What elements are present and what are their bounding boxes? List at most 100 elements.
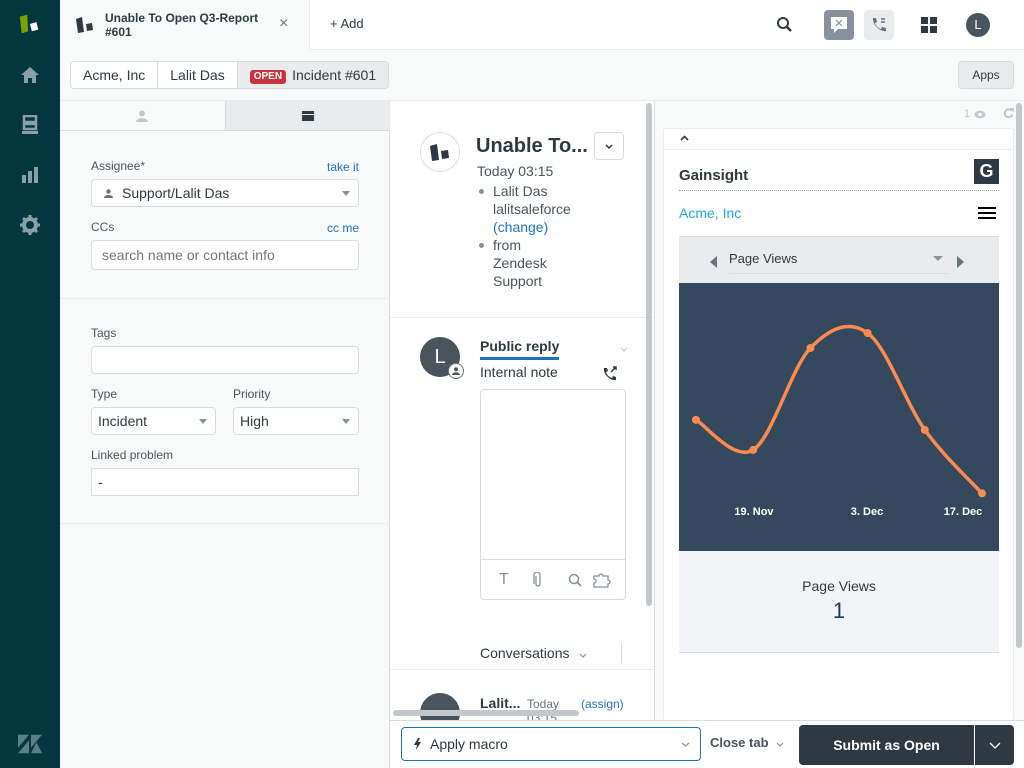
home-icon[interactable] [18,63,42,87]
via-label: from [493,237,521,253]
horizontal-scrollbar[interactable] [393,710,579,716]
gainsight-app: Gainsight G Acme, Inc Page Views 19. Nov… [663,128,1014,721]
person-icon [104,189,113,198]
change-requester-link[interactable]: (change) [479,218,577,236]
search-icon[interactable] [776,16,793,36]
reply-editor[interactable]: T [480,389,626,600]
chevron-down-icon [342,191,350,196]
app-title: Gainsight [679,167,749,184]
refresh-icon[interactable] [1003,108,1014,119]
breadcrumb-requester[interactable]: Lalit Das [158,62,238,88]
next-arrow-icon[interactable] [957,256,964,268]
metric-select[interactable]: Page Views [729,245,949,274]
summary-box: Page Views 1 [679,551,999,653]
format-text-icon[interactable]: T [499,571,509,589]
submit-button[interactable]: Submit as Open [799,725,974,765]
knowledge-search-icon[interactable] [568,573,582,587]
chevron-down-icon [681,742,690,747]
event-author[interactable]: Lalit... [480,695,520,711]
tab-ticket[interactable] [224,101,390,130]
ticket-time: Today 03:15 [477,163,554,179]
apply-macro-select[interactable]: Apply macro [401,727,701,761]
zendesk-support-logo-icon[interactable] [18,12,42,36]
close-tab-label: Close tab [710,735,769,750]
chat-icon[interactable] [824,10,854,40]
tags-input[interactable] [91,346,359,374]
properties-tabs [60,101,390,131]
breadcrumb-ticket[interactable]: OPEN Incident #601 [237,62,389,88]
hamburger-menu-icon[interactable] [978,207,996,219]
reporting-icon[interactable] [18,163,42,187]
apps-button[interactable]: Apps [958,61,1014,89]
close-tab-menu[interactable]: Close tab [710,735,784,750]
conversations-filter[interactable]: Conversations [480,645,587,661]
ticket-options-button[interactable] [594,132,624,160]
linked-problem-value: - [98,474,103,490]
requester-email: lalitsaleforce [493,201,571,217]
apply-macro-label: Apply macro [430,736,508,752]
via-channel-2: Support [493,273,543,289]
submit-options-button[interactable] [975,725,1014,765]
priority-select[interactable]: High [233,407,359,435]
conversations-label: Conversations [480,645,570,661]
data-point[interactable] [749,445,758,454]
data-point[interactable] [692,415,700,424]
event-avatar [420,693,460,721]
public-reply-tab[interactable]: Public reply [480,338,560,360]
cc-me-link[interactable]: cc me [299,221,359,235]
data-point[interactable] [863,329,872,338]
data-point[interactable] [978,489,986,498]
ticket-meta: Lalit Das lalitsaleforce (change) from Z… [479,182,577,290]
user-avatar[interactable]: L [966,13,990,37]
take-it-link[interactable]: take it [299,160,359,174]
data-point[interactable] [806,344,815,353]
views-icon[interactable] [18,113,42,137]
internal-note-tab[interactable]: Internal note [480,364,558,380]
status-badge: OPEN [249,70,287,84]
previous-arrow-icon[interactable] [710,256,717,268]
priority-value: High [240,413,269,429]
event-time: Today 03:15 [527,697,560,721]
ccs-input[interactable] [91,240,359,270]
divider [621,643,622,663]
summary-label: Page Views [802,578,876,594]
ticket-header-bar: Acme, Inc Lalit Das OPEN Incident #601 Ap… [60,50,1024,101]
linked-problem-select[interactable]: - [91,468,359,496]
apps-vertical-scrollbar[interactable] [1016,103,1022,648]
breadcrumb-organization[interactable]: Acme, Inc [71,62,159,88]
divider [60,523,390,524]
x-tick-label: 17. Dec [944,506,983,518]
call-icon[interactable] [602,366,618,382]
talk-icon[interactable] [864,10,894,40]
agent-badge-icon [448,363,464,379]
attachment-icon[interactable] [533,572,543,588]
apps-puzzle-icon[interactable] [593,572,611,588]
type-select[interactable]: Incident [91,407,216,435]
breadcrumb: Acme, Inc Lalit Das OPEN Incident #601 [70,61,390,89]
assignee-select[interactable]: Support/Lalit Das [91,179,359,207]
ticket-tab-icon [75,16,95,37]
chevron-down-icon[interactable] [620,347,628,352]
top-bar: Unable To Open Q3-Report #601 × + Add L [60,0,1024,50]
data-point[interactable] [920,425,929,434]
summary-value: 1 [832,598,846,623]
requester-name: Lalit Das [493,183,548,199]
zendesk-logo-icon[interactable] [18,732,42,756]
tab-user[interactable] [60,101,225,130]
add-tab-button[interactable]: + Add [330,16,364,31]
vertical-scrollbar[interactable] [646,103,652,606]
admin-gear-icon[interactable] [18,213,42,237]
divider [390,317,654,318]
brand-avatar [420,132,460,172]
assignee-value: Support/Lalit Das [122,185,230,201]
assign-link[interactable]: (assign) [581,697,624,711]
close-tab-icon[interactable]: × [279,15,288,33]
chevron-down-icon [933,256,943,261]
divider [679,190,999,191]
company-link[interactable]: Acme, Inc [679,205,741,221]
metric-selector-bar: Page Views [679,236,999,283]
collapse-chevron-up-icon[interactable] [680,135,689,141]
priority-label: Priority [233,387,271,401]
product-tray-icon[interactable] [921,17,937,36]
ticket-tab[interactable]: Unable To Open Q3-Report #601 × [60,0,310,50]
